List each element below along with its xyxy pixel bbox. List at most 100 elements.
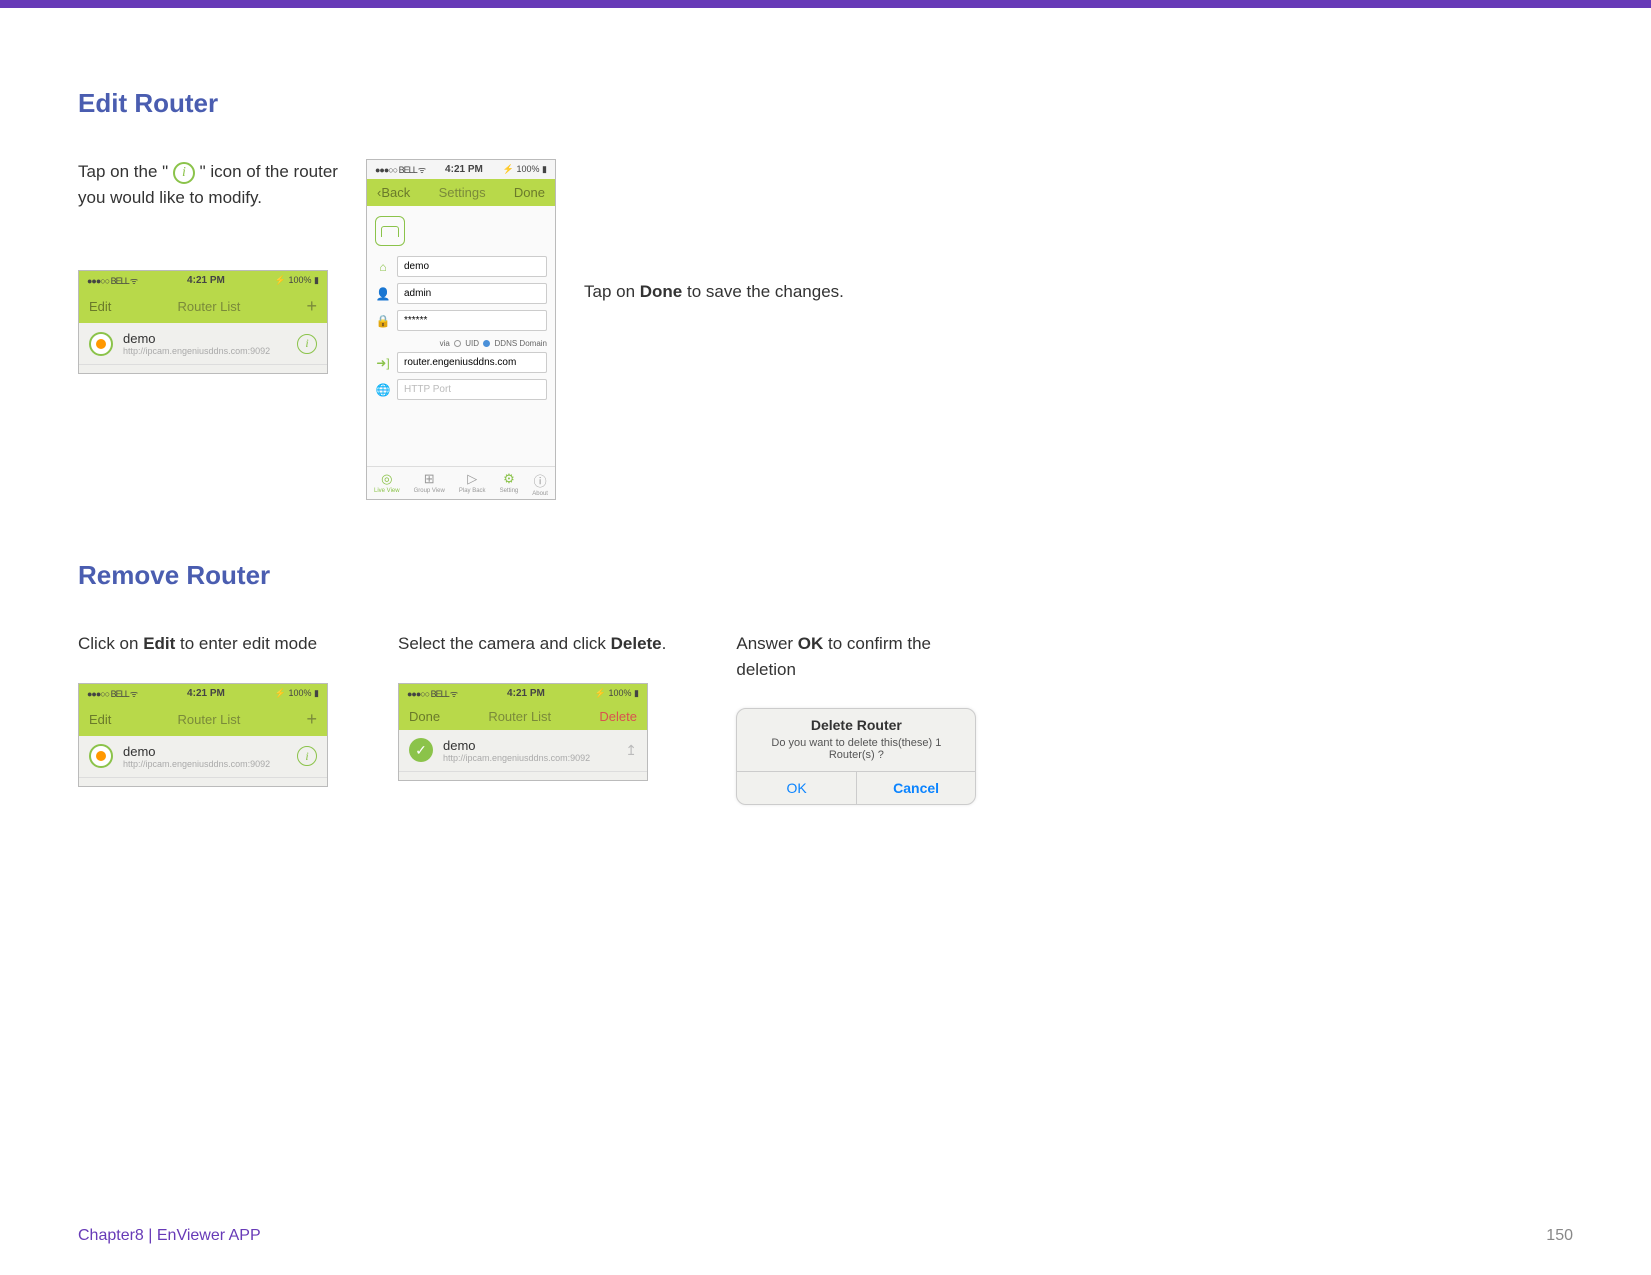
nav-done-button[interactable]: Done bbox=[514, 185, 545, 200]
status-bar: ●●●○○ BELL ᯤ 4:21 PM ⚡ 100% ▮ bbox=[367, 160, 555, 179]
ok-button[interactable]: OK bbox=[737, 772, 857, 804]
phone-settings: ●●●○○ BELL ᯤ 4:21 PM ⚡ 100% ▮ ‹Back Sett… bbox=[366, 159, 556, 500]
share-icon[interactable]: ↥ bbox=[625, 742, 637, 759]
text: to enter edit mode bbox=[175, 634, 317, 653]
info-icon[interactable]: i bbox=[297, 746, 317, 766]
play-icon: ▷ bbox=[467, 471, 477, 487]
text: to save the changes. bbox=[682, 282, 844, 301]
router-list-item[interactable]: demo http://ipcam.engeniusddns.com:9092 … bbox=[79, 736, 327, 778]
phone-router-list-step1: ●●●○○ BELL ᯤ 4:21 PM ⚡ 100% ▮ Edit Route… bbox=[78, 683, 328, 787]
nav-done-button[interactable]: Done bbox=[409, 709, 440, 724]
username-input[interactable] bbox=[397, 283, 547, 304]
nav-bar: Edit Router List + bbox=[79, 290, 327, 323]
tab-about[interactable]: ⓘAbout bbox=[532, 471, 548, 497]
router-item-texts: demo http://ipcam.engeniusddns.com:9092 bbox=[443, 738, 625, 763]
domain-input[interactable] bbox=[397, 352, 547, 373]
tab-label: About bbox=[532, 491, 548, 497]
field-domain-row: ➜] bbox=[375, 352, 547, 373]
text-bold: Delete bbox=[611, 634, 662, 653]
status-bar: ●●●○○ BELL ᯤ 4:21 PM ⚡ 100% ▮ bbox=[79, 271, 327, 290]
tab-group-view[interactable]: ⊞Group View bbox=[414, 471, 445, 497]
text-bold: OK bbox=[798, 634, 824, 653]
wifi-icon: ᯤ bbox=[450, 689, 457, 699]
globe-icon: 🌐 bbox=[375, 382, 391, 398]
spacer bbox=[399, 772, 647, 780]
nav-title: Router List bbox=[178, 299, 241, 314]
status-battery: ⚡ 100% ▮ bbox=[275, 688, 319, 699]
via-ddns-label: DDNS Domain bbox=[495, 339, 547, 348]
via-ddns-radio[interactable] bbox=[483, 340, 490, 347]
remove-step3: Answer OK to confirm the deletion Delete… bbox=[736, 631, 976, 805]
nav-bar: Done Router List Delete bbox=[399, 703, 647, 730]
phone-router-list-step2: ●●●○○ BELL ᯤ 4:21 PM ⚡ 100% ▮ Done Route… bbox=[398, 683, 648, 781]
tab-live-view[interactable]: ◎Live View bbox=[374, 471, 400, 497]
text: Delete bbox=[811, 717, 857, 733]
tab-label: Group View bbox=[414, 488, 445, 494]
heading-remove-router: Remove Router bbox=[78, 560, 1573, 591]
remove-row: Click on Edit to enter edit mode ●●●○○ B… bbox=[78, 631, 1573, 805]
nav-edit-button[interactable]: Edit bbox=[89, 712, 111, 727]
nav-add-button[interactable]: + bbox=[306, 296, 317, 317]
login-arrow-icon: ➜] bbox=[375, 355, 391, 371]
info-icon[interactable]: i bbox=[297, 334, 317, 354]
selected-check-icon: ✓ bbox=[409, 738, 433, 762]
nav-back-button[interactable]: ‹Back bbox=[377, 185, 410, 200]
step1-instruction: Click on Edit to enter edit mode bbox=[78, 631, 328, 657]
dialog-message: Do you want to delete this(these) 1 Rout… bbox=[737, 735, 975, 771]
remove-step1: Click on Edit to enter edit mode ●●●○○ B… bbox=[78, 631, 328, 787]
edit-row: Tap on the " i " icon of the router you … bbox=[78, 159, 1573, 500]
tab-play-back[interactable]: ▷Play Back bbox=[459, 471, 486, 497]
lock-icon: 🔒 bbox=[375, 313, 391, 329]
nav-delete-button[interactable]: Delete bbox=[599, 709, 637, 724]
text-bold: Done bbox=[640, 282, 683, 301]
status-battery: ⚡ 100% ▮ bbox=[595, 688, 639, 699]
text: Router bbox=[857, 717, 902, 733]
edit-col-right: Tap on Done to save the changes. bbox=[584, 159, 844, 305]
step2-instruction: Select the camera and click Delete. bbox=[398, 631, 666, 657]
carrier-signal: ●●●○○ BELL ᯤ bbox=[87, 274, 137, 287]
nav-edit-button[interactable]: Edit bbox=[89, 299, 111, 314]
text: Tap on bbox=[584, 282, 640, 301]
section-remove-router: Remove Router Click on Edit to enter edi… bbox=[78, 560, 1573, 805]
router-icon: ⌂ bbox=[375, 259, 391, 275]
wifi-icon: ᯤ bbox=[130, 689, 137, 699]
carrier-signal: ●●●○○ BELL ᯤ bbox=[87, 687, 137, 700]
nav-title: Settings bbox=[439, 185, 486, 200]
via-uid-radio[interactable] bbox=[454, 340, 461, 347]
carrier-signal: ●●●○○ BELL ᯤ bbox=[375, 163, 425, 176]
page-content: Edit Router Tap on the " i " icon of the… bbox=[0, 8, 1651, 805]
field-port-row: 🌐 bbox=[375, 379, 547, 400]
footer-page-number: 150 bbox=[1546, 1227, 1573, 1245]
connection-via-row: via UID DDNS Domain bbox=[375, 337, 547, 352]
via-uid-label: UID bbox=[465, 339, 479, 348]
status-time: 4:21 PM bbox=[445, 164, 483, 175]
router-list-item-selected[interactable]: ✓ demo http://ipcam.engeniusddns.com:909… bbox=[399, 730, 647, 772]
port-input[interactable] bbox=[397, 379, 547, 400]
top-accent-bar bbox=[0, 0, 1651, 8]
router-item-title: demo bbox=[123, 331, 297, 346]
tab-label: Setting bbox=[500, 488, 519, 494]
text: Select the camera and click bbox=[398, 634, 611, 653]
spacer bbox=[79, 778, 327, 786]
status-bar: ●●●○○ BELL ᯤ 4:21 PM ⚡ 100% ▮ bbox=[399, 684, 647, 703]
router-list-item[interactable]: demo http://ipcam.engeniusddns.com:9092 … bbox=[79, 323, 327, 365]
phone-router-list-edit: ●●●○○ BELL ᯤ 4:21 PM ⚡ 100% ▮ Edit Route… bbox=[78, 270, 328, 374]
edit-col-left: Tap on the " i " icon of the router you … bbox=[78, 159, 338, 374]
router-item-url: http://ipcam.engeniusddns.com:9092 bbox=[443, 753, 625, 763]
password-input[interactable] bbox=[397, 310, 547, 331]
text: Tap on the " bbox=[78, 162, 173, 181]
info-icon: i bbox=[173, 162, 195, 184]
router-item-texts: demo http://ipcam.engeniusddns.com:9092 bbox=[123, 744, 297, 769]
router-status-icon bbox=[89, 744, 113, 768]
text: . bbox=[662, 634, 667, 653]
wifi-icon: ᯤ bbox=[130, 276, 137, 286]
bottom-tab-bar: ◎Live View ⊞Group View ▷Play Back ⚙Setti… bbox=[367, 466, 555, 499]
nav-add-button[interactable]: + bbox=[306, 709, 317, 730]
cancel-button[interactable]: Cancel bbox=[857, 772, 976, 804]
spacer bbox=[79, 365, 327, 373]
target-icon: ◎ bbox=[381, 471, 392, 487]
nav-title: Router List bbox=[488, 709, 551, 724]
tab-setting[interactable]: ⚙Setting bbox=[500, 471, 519, 497]
step3-instruction: Answer OK to confirm the deletion bbox=[736, 631, 976, 682]
name-input[interactable] bbox=[397, 256, 547, 277]
